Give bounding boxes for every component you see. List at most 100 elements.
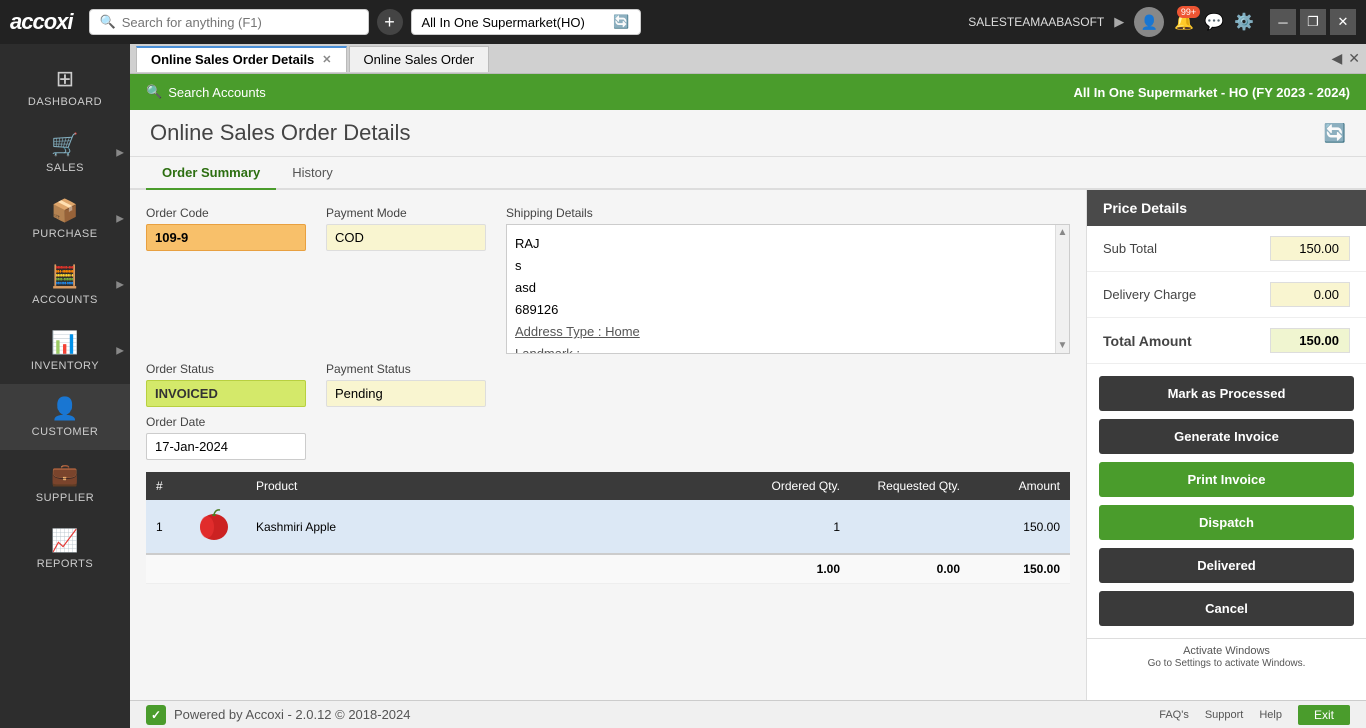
right-panel: Price Details Sub Total 150.00 Delivery … (1086, 190, 1366, 700)
customer-icon: 👤 (51, 396, 78, 422)
search-bar[interactable]: 🔍 (89, 9, 369, 35)
footer-right: FAQ's Support Help Exit (1159, 705, 1350, 725)
sidebar-item-dashboard[interactable]: ⊞ DASHBOARD (0, 54, 130, 120)
close-button[interactable]: ✕ (1330, 9, 1356, 35)
page-header: Online Sales Order Details 🔄 (130, 110, 1366, 157)
settings-icon[interactable]: ⚙️ (1234, 12, 1254, 32)
row-ordered-qty: 1 (730, 500, 850, 554)
col-product: Product (246, 472, 730, 500)
shipping-pincode: 689126 (515, 299, 1047, 321)
notification-badge: 99+ (1177, 6, 1200, 18)
generate-invoice-button[interactable]: Generate Invoice (1099, 419, 1354, 454)
order-table: # Product Ordered Qty. Requested Qty. Am… (146, 472, 1070, 584)
table-row[interactable]: 1 (146, 500, 1070, 554)
restore-button[interactable]: ❐ (1300, 9, 1326, 35)
tab-label: Online Sales Order (364, 52, 475, 67)
cancel-button[interactable]: Cancel (1099, 591, 1354, 626)
minimize-button[interactable]: ─ (1270, 9, 1296, 35)
mark-as-processed-button[interactable]: Mark as Processed (1099, 376, 1354, 411)
search-input[interactable] (122, 15, 358, 30)
row-img (186, 500, 246, 554)
payment-mode-group: Payment Mode (326, 206, 486, 354)
sidebar-item-label: CUSTOMER (32, 426, 99, 438)
shipping-line2: asd (515, 277, 1047, 299)
order-status-input[interactable] (146, 380, 306, 407)
order-code-input[interactable] (146, 224, 306, 251)
total-amount-label: Total Amount (1103, 333, 1192, 349)
company-selector[interactable]: All In One Supermarket(HO) 🔄 (411, 9, 641, 35)
support-link[interactable]: Support (1205, 709, 1244, 721)
dashboard-icon: ⊞ (56, 66, 74, 92)
tab-online-sales-order[interactable]: Online Sales Order (349, 46, 490, 72)
payment-mode-input[interactable] (326, 224, 486, 251)
total-amount-value: 150.00 (1270, 328, 1350, 353)
col-requested-qty: Requested Qty. (850, 472, 970, 500)
add-button[interactable]: + (377, 9, 403, 35)
page-title: Online Sales Order Details (150, 120, 410, 146)
sidebar-item-reports[interactable]: 📈 REPORTS (0, 516, 130, 582)
tab-bar: Online Sales Order Details ✕ Online Sale… (130, 44, 1366, 74)
dispatch-button[interactable]: Dispatch (1099, 505, 1354, 540)
green-header: 🔍 Search Accounts All In One Supermarket… (130, 74, 1366, 110)
payment-status-group: Payment Status (326, 362, 486, 407)
footer-left: ✓ Powered by Accoxi - 2.0.12 © 2018-2024 (146, 705, 411, 725)
sidebar-item-supplier[interactable]: 💼 SUPPLIER (0, 450, 130, 516)
company-info: All In One Supermarket - HO (FY 2023 - 2… (1074, 85, 1350, 100)
sidebar-item-inventory[interactable]: 📊 INVENTORY ▶ (0, 318, 130, 384)
shipping-landmark: Landmark : (515, 346, 580, 353)
col-amount: Amount (970, 472, 1070, 500)
sidebar-item-label: DASHBOARD (28, 96, 102, 108)
inventory-icon: 📊 (51, 330, 78, 356)
chevron-right-icon: ▶ (116, 214, 124, 225)
tab-bar-right: ◀ ✕ (1331, 50, 1360, 67)
sidebar-item-purchase[interactable]: 📦 PURCHASE ▶ (0, 186, 130, 252)
tab-history[interactable]: History (276, 157, 348, 190)
payment-mode-label: Payment Mode (326, 206, 486, 220)
delivered-button[interactable]: Delivered (1099, 548, 1354, 583)
order-date-label: Order Date (146, 415, 306, 429)
tab-online-sales-order-details[interactable]: Online Sales Order Details ✕ (136, 46, 347, 72)
order-code-group: Order Code (146, 206, 306, 354)
sidebar-item-accounts[interactable]: 🧮 ACCOUNTS ▶ (0, 252, 130, 318)
form-row-2: Order Status Payment Status (146, 362, 1070, 407)
price-details-header: Price Details (1087, 190, 1366, 226)
notification-bell[interactable]: 🔔 99+ (1174, 12, 1194, 32)
tab-order-summary[interactable]: Order Summary (146, 157, 276, 190)
shipping-address-type: Address Type : Home (515, 324, 640, 339)
help-link[interactable]: Help (1259, 709, 1282, 721)
subtotal-value: 150.00 (1270, 236, 1350, 261)
sidebar-item-sales[interactable]: 🛒 SALES ▶ (0, 120, 130, 186)
tab-order-summary-label: Order Summary (162, 165, 260, 180)
totals-empty2 (186, 554, 246, 584)
subtotal-label: Sub Total (1103, 241, 1157, 256)
tab-close-icon[interactable]: ✕ (322, 53, 331, 66)
delivery-charge-label: Delivery Charge (1103, 287, 1196, 302)
supplier-icon: 💼 (51, 462, 78, 488)
tab-close-all[interactable]: ✕ (1348, 50, 1360, 67)
sidebar-item-label: ACCOUNTS (32, 294, 98, 306)
tab-nav-left[interactable]: ◀ (1331, 50, 1342, 67)
totals-empty3 (246, 554, 730, 584)
order-date-input[interactable] (146, 433, 306, 460)
row-amount: 150.00 (970, 500, 1070, 554)
product-image (196, 507, 232, 543)
accounts-icon: 🧮 (51, 264, 78, 290)
order-date-group: Order Date (146, 415, 306, 460)
exit-button[interactable]: Exit (1298, 705, 1350, 725)
delivery-charge-row: Delivery Charge 0.00 (1087, 272, 1366, 318)
search-icon: 🔍 (100, 14, 116, 30)
total-amount-row: Total Amount 150.00 (1087, 318, 1366, 364)
faqs-link[interactable]: FAQ's (1159, 709, 1189, 721)
message-icon[interactable]: 💬 (1204, 12, 1224, 32)
top-nav: accoxi 🔍 + All In One Supermarket(HO) 🔄 … (0, 0, 1366, 44)
main-layout: ⊞ DASHBOARD 🛒 SALES ▶ 📦 PURCHASE ▶ 🧮 ACC… (0, 44, 1366, 728)
sidebar-item-customer[interactable]: 👤 CUSTOMER (0, 384, 130, 450)
powered-by: Powered by Accoxi - 2.0.12 © 2018-2024 (174, 707, 411, 722)
reports-icon: 📈 (51, 528, 78, 554)
refresh-icon: 🔄 (613, 14, 629, 30)
payment-status-input[interactable] (326, 380, 486, 407)
search-accounts-btn[interactable]: 🔍 Search Accounts (146, 84, 266, 100)
shipping-scrollbar[interactable]: ▲ ▼ (1055, 225, 1069, 353)
refresh-button[interactable]: 🔄 (1324, 123, 1346, 144)
print-invoice-button[interactable]: Print Invoice (1099, 462, 1354, 497)
